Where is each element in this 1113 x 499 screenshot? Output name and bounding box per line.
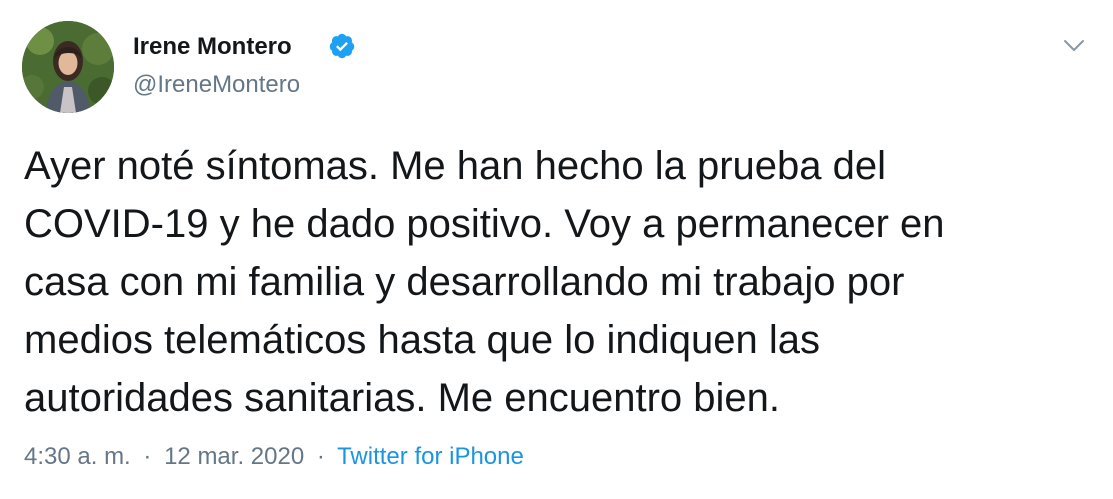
meta-separator: ·: [143, 443, 152, 470]
tweet-time[interactable]: 4:30 a. m.: [24, 443, 131, 470]
tweet-date[interactable]: 12 mar. 2020: [164, 443, 304, 470]
avatar[interactable]: [22, 21, 114, 113]
author-name[interactable]: Irene Montero: [133, 32, 292, 62]
verified-badge-icon: [328, 32, 356, 60]
tweet-card: Irene Montero @IreneMontero Ayer noté sí…: [0, 0, 1113, 499]
chevron-down-icon[interactable]: [1060, 32, 1088, 60]
author-handle[interactable]: @IreneMontero: [133, 70, 300, 100]
tweet-meta: 4:30 a. m. · 12 mar. 2020 · Twitter for …: [24, 441, 524, 473]
tweet-source-link[interactable]: Twitter for iPhone: [337, 443, 524, 470]
avatar-image: [22, 21, 114, 113]
meta-separator: ·: [316, 443, 325, 470]
tweet-text: Ayer noté síntomas. Me han hecho la prue…: [24, 144, 945, 420]
